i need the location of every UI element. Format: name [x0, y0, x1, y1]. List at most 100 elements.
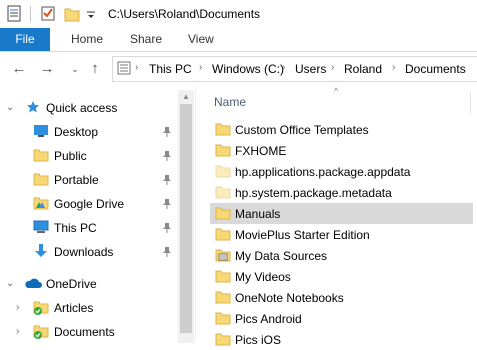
- ribbon: File Home Share View: [0, 28, 477, 52]
- folder-icon: [33, 149, 49, 162]
- breadcrumb-this-pc[interactable]: This PC: [149, 62, 192, 76]
- pin-icon[interactable]: [162, 222, 172, 234]
- file-name: hp.applications.package.appdata: [235, 165, 411, 179]
- nav-label: Downloads: [54, 245, 114, 259]
- tab-view[interactable]: View: [188, 28, 214, 51]
- file-name: Manuals: [235, 207, 281, 221]
- pin-icon[interactable]: [162, 126, 172, 138]
- title-bar: C:\Users\Roland\Documents: [0, 0, 477, 28]
- pin-icon[interactable]: [162, 198, 172, 210]
- breadcrumb-documents[interactable]: Documents: [405, 62, 466, 76]
- window-title: C:\Users\Roland\Documents: [108, 7, 261, 21]
- back-arrow-icon[interactable]: ←: [10, 60, 28, 78]
- nav-label: Documents: [54, 325, 115, 339]
- scroll-up-arrow-icon[interactable]: ▲: [182, 92, 190, 101]
- nav-item-this-pc[interactable]: This PC: [0, 216, 178, 240]
- forward-arrow-icon[interactable]: →: [38, 60, 56, 78]
- nav-item-public[interactable]: Public: [0, 144, 178, 168]
- pin-icon[interactable]: [162, 174, 172, 186]
- nav-item-articles[interactable]: › Articles: [0, 296, 178, 320]
- folder-icon: [215, 333, 231, 346]
- tab-file[interactable]: File: [0, 28, 50, 51]
- pin-icon[interactable]: [162, 150, 172, 162]
- file-row[interactable]: FXHOME: [210, 140, 473, 161]
- nav-label: Quick access: [46, 101, 118, 115]
- folder-icon: [215, 312, 231, 325]
- nav-label: Articles: [54, 301, 94, 315]
- expand-chevron-icon[interactable]: ⌄: [6, 278, 14, 289]
- nav-item-google-drive[interactable]: Google Drive: [0, 192, 178, 216]
- recent-locations-chevron-icon[interactable]: ⌄: [66, 60, 84, 78]
- breadcrumb-chevron-icon[interactable]: ›: [331, 62, 334, 73]
- file-name: MoviePlus Starter Edition: [235, 228, 370, 242]
- file-row[interactable]: Custom Office Templates: [210, 119, 473, 140]
- breadcrumb-windows-c[interactable]: Windows (C:): [212, 62, 284, 76]
- file-row[interactable]: Manuals: [210, 203, 473, 224]
- navigation-pane: ⌄ Quick access Desktop Public Portable G…: [0, 90, 195, 343]
- file-row[interactable]: OneNote Notebooks: [210, 287, 473, 308]
- file-row[interactable]: My Data Sources: [210, 245, 473, 266]
- computer-icon: [33, 220, 49, 233]
- file-row[interactable]: MoviePlus Starter Edition: [210, 224, 473, 245]
- file-row[interactable]: My Videos: [210, 266, 473, 287]
- sort-ascending-icon: ^: [334, 86, 339, 96]
- check-icon[interactable]: [40, 5, 56, 23]
- pin-icon[interactable]: [162, 246, 172, 258]
- folder-sync-icon: [33, 325, 49, 339]
- breadcrumb-chevron-icon[interactable]: ›: [135, 62, 138, 73]
- breadcrumb-users[interactable]: Users: [295, 62, 326, 76]
- up-arrow-icon[interactable]: ↑: [86, 60, 104, 78]
- file-name: Pics iOS: [235, 333, 282, 347]
- column-separator[interactable]: [470, 92, 471, 114]
- file-name: Custom Office Templates: [235, 123, 369, 137]
- file-name: FXHOME: [235, 144, 287, 158]
- nav-label: Public: [54, 149, 87, 163]
- breadcrumb-chevron-icon[interactable]: ›: [282, 62, 285, 73]
- nav-onedrive[interactable]: ⌄ OneDrive: [0, 272, 178, 296]
- star-icon: [27, 101, 39, 113]
- file-name: hp.system.package.metadata: [235, 186, 392, 200]
- folder-icon: [33, 173, 49, 186]
- file-row[interactable]: hp.system.package.metadata: [210, 182, 473, 203]
- expand-chevron-icon[interactable]: ⌄: [6, 102, 14, 113]
- nav-scrollbar[interactable]: ▲: [178, 90, 194, 343]
- folder-icon: [215, 270, 231, 283]
- column-header-name[interactable]: Name: [214, 95, 246, 109]
- new-folder-icon[interactable]: [64, 5, 80, 23]
- folder-icon: [215, 144, 231, 157]
- nav-item-desktop[interactable]: Desktop: [0, 120, 178, 144]
- tab-home[interactable]: Home: [71, 28, 103, 51]
- nav-label: Desktop: [54, 125, 99, 139]
- address-bar[interactable]: › This PC › Windows (C:) › Users › Rolan…: [112, 56, 477, 82]
- file-row[interactable]: Pics iOS: [210, 329, 473, 350]
- file-name: OneNote Notebooks: [235, 291, 344, 305]
- folder-icon: [215, 165, 231, 178]
- nav-item-downloads[interactable]: Downloads: [0, 240, 178, 264]
- folder-icon: [215, 228, 231, 241]
- breadcrumb-chevron-icon[interactable]: ›: [199, 62, 202, 73]
- nav-label: OneDrive: [46, 277, 97, 291]
- file-row[interactable]: hp.applications.package.appdata: [210, 161, 473, 182]
- nav-label: This PC: [54, 221, 97, 235]
- tab-share[interactable]: Share: [130, 28, 162, 51]
- scrollbar-thumb[interactable]: [180, 104, 192, 333]
- cloud-icon: [25, 278, 42, 288]
- nav-label: Google Drive: [54, 197, 125, 211]
- folder-icon: [215, 123, 231, 136]
- file-list: ^ Name Custom Office Templates FXHOME hp.a…: [196, 86, 477, 347]
- breadcrumb-roland[interactable]: Roland: [344, 62, 382, 76]
- properties-icon[interactable]: [6, 5, 22, 23]
- expand-chevron-icon[interactable]: ›: [16, 302, 19, 313]
- nav-label: Portable: [54, 173, 99, 187]
- folder-icon: [215, 291, 231, 304]
- nav-item-documents[interactable]: › Documents: [0, 320, 178, 344]
- folder-sync-icon: [33, 301, 49, 315]
- breadcrumb-chevron-icon[interactable]: ›: [392, 62, 395, 73]
- nav-quick-access[interactable]: ⌄ Quick access: [0, 96, 178, 120]
- expand-chevron-icon[interactable]: ›: [16, 326, 19, 337]
- folder-drive-icon: [33, 197, 49, 210]
- file-row[interactable]: Pics Android: [210, 308, 473, 329]
- file-name: Pics Android: [235, 312, 302, 326]
- nav-item-portable[interactable]: Portable: [0, 168, 178, 192]
- customize-toolbar-icon[interactable]: [86, 5, 96, 23]
